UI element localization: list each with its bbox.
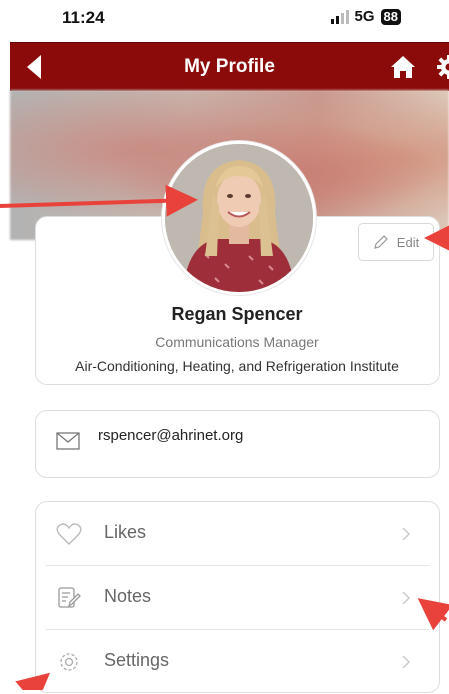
battery-icon: 88 [381, 9, 401, 25]
heart-icon [56, 522, 82, 546]
chevron-right-icon [399, 590, 413, 606]
menu-item-likes[interactable]: Likes [36, 502, 439, 566]
status-time: 11:24 [62, 8, 105, 28]
menu-item-settings[interactable]: Settings [36, 630, 439, 694]
profile-name: Regan Spencer [0, 304, 449, 325]
menu-item-notes[interactable]: Notes [36, 566, 439, 630]
gear-icon[interactable] [435, 54, 449, 80]
chevron-right-icon [399, 654, 413, 670]
avatar[interactable] [162, 141, 316, 295]
edit-label: Edit [397, 235, 419, 250]
menu-card: Likes Notes Settings [35, 501, 440, 693]
app-header: My Profile [10, 42, 449, 91]
menu-item-label: Notes [104, 586, 151, 607]
home-icon[interactable] [390, 55, 416, 79]
email-text[interactable]: rspencer@ahrinet.org [98, 427, 243, 444]
edit-button[interactable]: Edit [358, 223, 434, 261]
pencil-icon [373, 234, 389, 250]
profile-company: Air-Conditioning, Heating, and Refrigera… [0, 358, 449, 374]
email-card[interactable]: rspencer@ahrinet.org [35, 410, 440, 478]
network-label: 5G [355, 8, 375, 25]
settings-gear-icon [56, 650, 82, 674]
notes-icon [56, 586, 82, 610]
signal-icon [331, 10, 349, 24]
status-bar: 11:24 5G 88 [0, 0, 449, 40]
chevron-right-icon [399, 526, 413, 542]
profile-job-title: Communications Manager [0, 334, 449, 350]
menu-item-label: Settings [104, 650, 169, 671]
profile-photo [165, 144, 313, 292]
status-indicators: 5G 88 [331, 8, 401, 25]
mail-icon [56, 432, 80, 450]
menu-item-label: Likes [104, 522, 146, 543]
page-title: My Profile [10, 56, 449, 78]
